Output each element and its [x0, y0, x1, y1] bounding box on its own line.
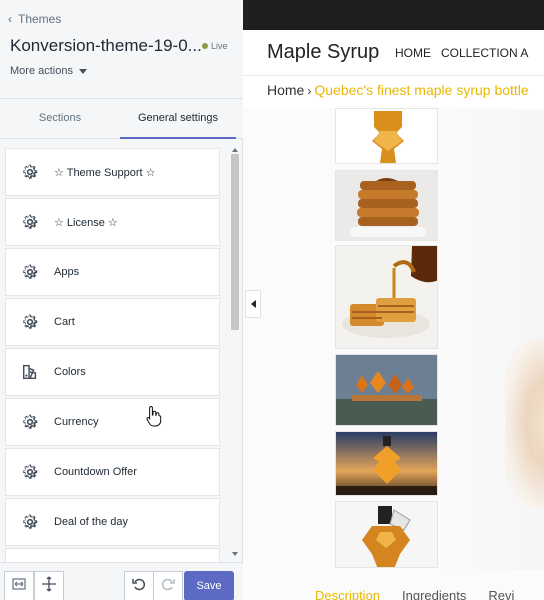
- setting-item-apps[interactable]: Apps: [5, 248, 220, 296]
- undo-button[interactable]: [124, 571, 154, 600]
- chevron-left-icon: ‹: [8, 12, 12, 26]
- back-link-label: Themes: [18, 12, 62, 26]
- scroll-up-arrow-icon[interactable]: [232, 148, 238, 152]
- setting-item-currency[interactable]: Currency: [5, 398, 220, 446]
- tab-sections[interactable]: Sections: [0, 99, 120, 139]
- store-logo-text[interactable]: Maple Syrup: [267, 41, 379, 64]
- store-header: Maple Syrup HOME COLLECTION A: [243, 30, 544, 76]
- setting-label: Apps: [54, 266, 80, 278]
- setting-label: Colors: [54, 366, 86, 378]
- main-bottle-image-fragment: [505, 338, 544, 508]
- store-nav: HOME COLLECTION A: [395, 46, 528, 60]
- tab-reviews[interactable]: Revi: [488, 588, 514, 600]
- nav-link-home[interactable]: HOME: [395, 46, 431, 60]
- setting-item-deal-of-the-day[interactable]: Deal of the day: [5, 498, 220, 546]
- inspector-button[interactable]: [34, 571, 64, 600]
- hand-pointer-cursor-icon: [146, 405, 162, 427]
- expand-horizontal-icon: [11, 576, 27, 597]
- thumbnail-maple-bottle-tag[interactable]: [335, 501, 438, 568]
- paint-bucket-icon: [20, 362, 40, 382]
- arrow-left-icon: [250, 300, 256, 308]
- gear-icon: [20, 162, 40, 182]
- scrollbar-thumb[interactable]: [231, 154, 239, 330]
- setting-item-cart[interactable]: Cart: [5, 298, 220, 346]
- thumbnail-maple-leaf-bottle-sunset[interactable]: [335, 431, 438, 496]
- live-label: Live: [211, 41, 228, 51]
- live-dot-icon: [202, 43, 208, 49]
- breadcrumb-current: Quebec's finest maple syrup bottle: [314, 82, 529, 98]
- editor-footer: Save: [0, 562, 243, 600]
- thumbnail-maple-leaf-bottles-row[interactable]: [335, 354, 438, 426]
- thumbnail-pancake-stack[interactable]: [335, 170, 438, 241]
- tab-description[interactable]: Description: [315, 588, 380, 600]
- redo-button[interactable]: [153, 571, 183, 600]
- setting-label: Cart: [54, 316, 75, 328]
- setting-item-countdown-offer[interactable]: Countdown Offer: [5, 448, 220, 496]
- general-settings-list: ☆ Theme Support ☆ ☆ License ☆ Apps Cart …: [0, 140, 229, 562]
- setting-item-theme-support[interactable]: ☆ Theme Support ☆: [5, 148, 220, 196]
- setting-item-license[interactable]: ☆ License ☆: [5, 198, 220, 246]
- gear-icon: [20, 462, 40, 482]
- tab-general-settings[interactable]: General settings: [120, 99, 236, 139]
- gear-icon: [20, 212, 40, 232]
- collapse-sidebar-button[interactable]: [245, 290, 261, 318]
- move-cursor-icon: [41, 576, 57, 597]
- storefront-preview: Maple Syrup HOME COLLECTION A Home › Quebe…: [243, 0, 544, 600]
- theme-name: Konversion-theme-19-0...: [10, 36, 202, 55]
- breadcrumb-home[interactable]: Home: [267, 82, 304, 98]
- save-button[interactable]: Save: [184, 571, 234, 600]
- breadcrumb: Home › Quebec's finest maple syrup bottle: [267, 82, 529, 98]
- editor-header: ‹ Themes Konversion-theme-19-0... Live M…: [0, 0, 243, 99]
- gear-icon: [20, 412, 40, 432]
- undo-icon: [131, 576, 147, 597]
- editor-tabs: Sections General settings: [0, 99, 243, 139]
- thumbnail-waffles-syrup-pour[interactable]: [335, 245, 438, 349]
- gear-icon: [20, 262, 40, 282]
- redo-icon: [160, 576, 176, 597]
- more-actions-label: More actions: [10, 65, 73, 77]
- settings-scrollbar[interactable]: [229, 148, 241, 562]
- setting-label: Deal of the day: [54, 516, 128, 528]
- toggle-fullwidth-button[interactable]: [4, 571, 34, 600]
- more-actions-dropdown[interactable]: More actions: [10, 65, 87, 77]
- product-tabs: Description Ingredients Revi: [315, 588, 514, 600]
- gear-icon: [20, 312, 40, 332]
- gear-icon: [20, 512, 40, 532]
- breadcrumb-separator: ›: [307, 84, 312, 98]
- setting-label: Currency: [54, 416, 99, 428]
- setting-label: ☆ License ☆: [54, 216, 118, 229]
- theme-editor-sidebar: ‹ Themes Konversion-theme-19-0... Live M…: [0, 0, 243, 600]
- tab-ingredients[interactable]: Ingredients: [402, 588, 466, 600]
- setting-label: ☆ Theme Support ☆: [54, 166, 156, 179]
- live-status-badge: Live: [202, 41, 228, 51]
- thumbnail-maple-bottle-top[interactable]: [335, 108, 438, 164]
- setting-item-partial[interactable]: [5, 548, 220, 562]
- setting-item-colors[interactable]: Colors: [5, 348, 220, 396]
- scroll-down-arrow-icon[interactable]: [232, 552, 238, 556]
- caret-down-icon: [78, 68, 87, 74]
- back-to-themes-link[interactable]: ‹ Themes: [8, 12, 61, 26]
- nav-link-collection[interactable]: COLLECTION A: [441, 46, 528, 60]
- preview-top-bar: [243, 0, 544, 30]
- setting-label: Countdown Offer: [54, 466, 137, 478]
